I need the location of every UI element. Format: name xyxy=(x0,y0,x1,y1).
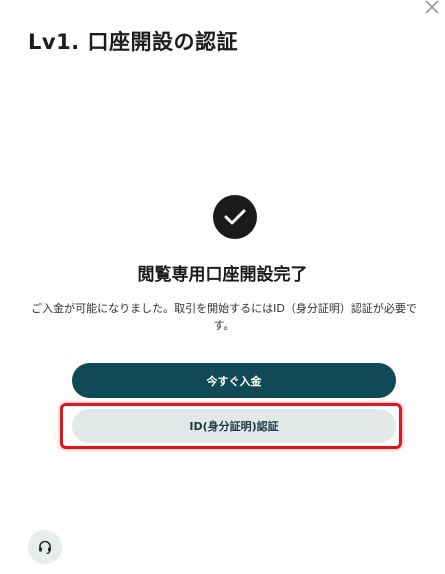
close-icon xyxy=(425,0,439,14)
page-title: Lv1. 口座開設の認証 xyxy=(28,30,238,54)
check-circle-icon xyxy=(213,195,257,239)
id-verification-button[interactable]: ID(身分証明)認証 xyxy=(72,409,396,443)
support-button[interactable] xyxy=(28,530,62,564)
close-button[interactable] xyxy=(425,0,441,16)
headset-icon xyxy=(39,540,51,555)
status-heading: 閲覧専用口座開設完了 xyxy=(137,265,308,285)
deposit-button[interactable]: 今すぐ入金 xyxy=(72,363,396,398)
verification-modal: Lv1. 口座開設の認証 閲覧専用口座開設完了 ご入金が可能になりました。取引を… xyxy=(0,0,445,574)
status-message: ご入金が可能になりました。取引を開始するにはID（身分証明）認証が必要です。 xyxy=(31,302,417,332)
